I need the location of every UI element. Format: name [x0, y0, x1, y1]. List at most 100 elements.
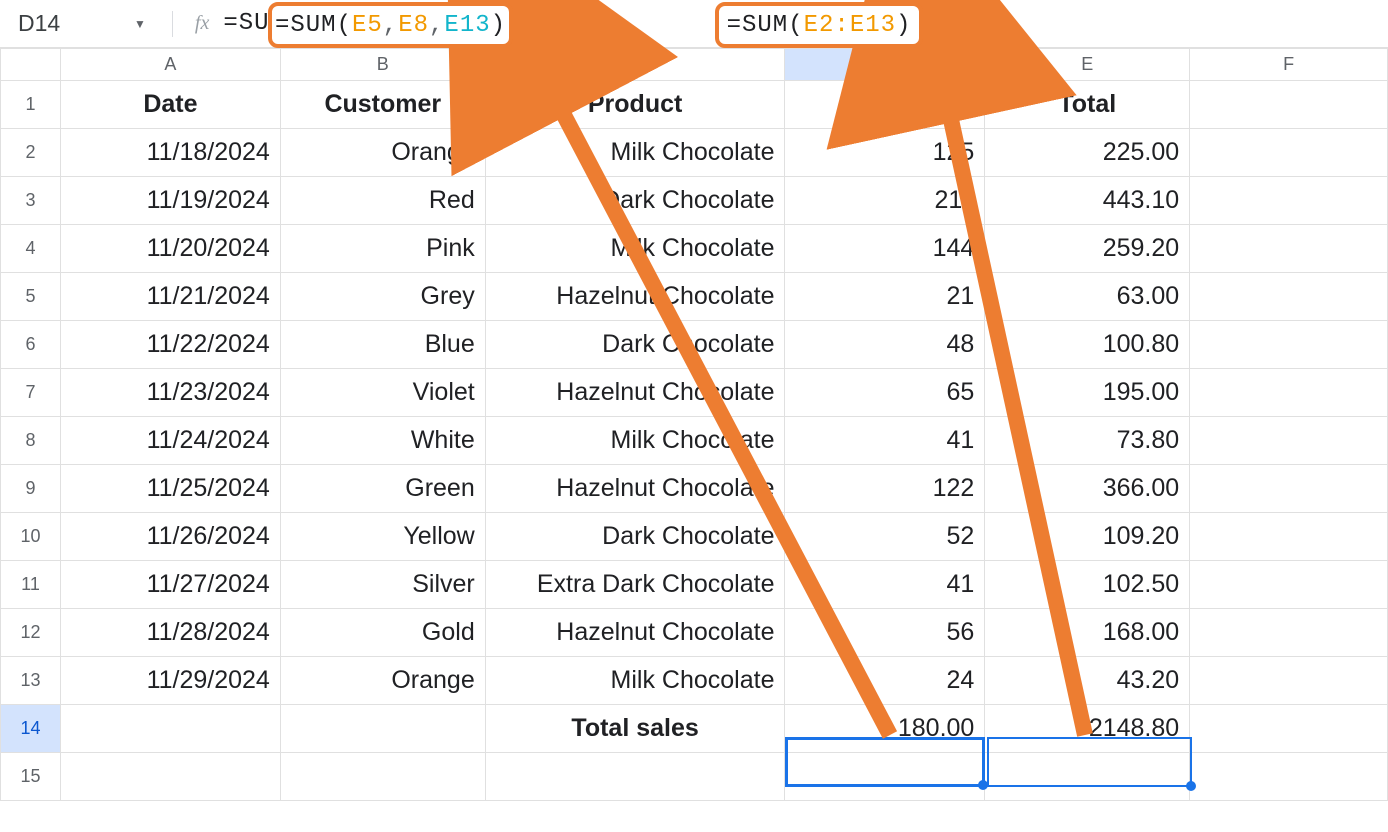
cell-qty[interactable]: 144 [785, 225, 985, 273]
header-product[interactable]: Product [485, 81, 785, 129]
cell[interactable] [1190, 609, 1388, 657]
cell[interactable] [785, 753, 985, 801]
cell-customer[interactable]: Gold [280, 609, 485, 657]
cell[interactable] [60, 753, 280, 801]
col-header-F[interactable]: F [1190, 49, 1388, 81]
name-box-dropdown-icon[interactable]: ▼ [128, 17, 164, 31]
cell-qty[interactable]: 41 [785, 561, 985, 609]
cell[interactable] [1190, 225, 1388, 273]
row-header[interactable]: 8 [1, 417, 61, 465]
select-all-corner[interactable] [1, 49, 61, 81]
cell-product[interactable]: Milk Chocolate [485, 225, 785, 273]
cell-total[interactable]: 109.20 [985, 513, 1190, 561]
cell-product[interactable]: Hazelnut Chocolate [485, 609, 785, 657]
cell-qty[interactable]: 56 [785, 609, 985, 657]
cell-qty[interactable]: 52 [785, 513, 985, 561]
cell[interactable] [1190, 657, 1388, 705]
cell-customer[interactable]: Violet [280, 369, 485, 417]
cell[interactable] [1190, 561, 1388, 609]
header-date[interactable]: Date [60, 81, 280, 129]
cell-customer[interactable]: Yellow [280, 513, 485, 561]
cell-qty[interactable]: 24 [785, 657, 985, 705]
cell-product[interactable]: Dark Chocolate [485, 177, 785, 225]
cell-product[interactable]: Hazelnut Chocolate [485, 369, 785, 417]
col-header-C[interactable]: C [485, 49, 785, 81]
row-header[interactable]: 2 [1, 129, 61, 177]
cell[interactable] [280, 753, 485, 801]
cell[interactable] [1190, 321, 1388, 369]
spreadsheet-grid[interactable]: A B C D E F 1 Date Customer Product Qty … [0, 48, 1388, 801]
cell-product[interactable]: Hazelnut Chocolate [485, 465, 785, 513]
header-customer[interactable]: Customer [280, 81, 485, 129]
name-box[interactable]: D14 [8, 10, 128, 37]
col-header-E[interactable]: E [985, 49, 1190, 81]
cell-qty[interactable]: 65 [785, 369, 985, 417]
cell-customer[interactable]: Orange [280, 657, 485, 705]
cell[interactable] [1190, 513, 1388, 561]
cell-product[interactable]: Milk Chocolate [485, 657, 785, 705]
total-sales-label[interactable]: Total sales [485, 705, 785, 753]
cell[interactable] [1190, 465, 1388, 513]
row-header-1[interactable]: 1 [1, 81, 61, 129]
row-header[interactable]: 7 [1, 369, 61, 417]
cell[interactable] [1190, 273, 1388, 321]
cell-customer[interactable]: Grey [280, 273, 485, 321]
cell-total[interactable]: 366.00 [985, 465, 1190, 513]
cell-date[interactable]: 11/26/2024 [60, 513, 280, 561]
cell-total[interactable]: 225.00 [985, 129, 1190, 177]
cell[interactable] [280, 705, 485, 753]
cell-qty[interactable]: 122 [785, 465, 985, 513]
row-header[interactable]: 10 [1, 513, 61, 561]
cell-date[interactable]: 11/22/2024 [60, 321, 280, 369]
cell-date[interactable]: 11/28/2024 [60, 609, 280, 657]
col-header-A[interactable]: A [60, 49, 280, 81]
cell-customer[interactable]: Green [280, 465, 485, 513]
cell-product[interactable]: Extra Dark Chocolate [485, 561, 785, 609]
col-header-D[interactable]: D [785, 49, 985, 81]
row-header[interactable]: 13 [1, 657, 61, 705]
cell-product[interactable]: Hazelnut Chocolate [485, 273, 785, 321]
cell[interactable] [985, 753, 1190, 801]
cell-qty[interactable]: 48 [785, 321, 985, 369]
cell-total[interactable]: 63.00 [985, 273, 1190, 321]
row-header[interactable]: 11 [1, 561, 61, 609]
cell-total[interactable]: 102.50 [985, 561, 1190, 609]
cell-date[interactable]: 11/19/2024 [60, 177, 280, 225]
cell-date[interactable]: 11/23/2024 [60, 369, 280, 417]
total-e14[interactable]: 2148.80 [985, 705, 1190, 753]
cell-product[interactable]: Milk Chocolate [485, 129, 785, 177]
header-qty[interactable]: Qty [785, 81, 985, 129]
cell-total[interactable]: 43.20 [985, 657, 1190, 705]
cell-total[interactable]: 195.00 [985, 369, 1190, 417]
cell-customer[interactable]: Silver [280, 561, 485, 609]
cell[interactable] [1190, 129, 1388, 177]
cell-total[interactable]: 100.80 [985, 321, 1190, 369]
row-header[interactable]: 6 [1, 321, 61, 369]
cell-date[interactable]: 11/21/2024 [60, 273, 280, 321]
cell[interactable] [60, 705, 280, 753]
row-header[interactable]: 4 [1, 225, 61, 273]
header-total[interactable]: Total [985, 81, 1190, 129]
cell-product[interactable]: Dark Chocolate [485, 513, 785, 561]
cell[interactable] [1190, 753, 1388, 801]
cell[interactable] [485, 753, 785, 801]
cell-customer[interactable]: Red [280, 177, 485, 225]
cell-total[interactable]: 259.20 [985, 225, 1190, 273]
row-header[interactable]: 5 [1, 273, 61, 321]
cell[interactable] [1190, 177, 1388, 225]
cell-qty[interactable]: 41 [785, 417, 985, 465]
cell-qty[interactable]: 211 [785, 177, 985, 225]
cell[interactable] [1190, 705, 1388, 753]
cell-customer[interactable]: White [280, 417, 485, 465]
row-header[interactable]: 3 [1, 177, 61, 225]
cell-total[interactable]: 443.10 [985, 177, 1190, 225]
cell[interactable] [1190, 417, 1388, 465]
col-header-B[interactable]: B [280, 49, 485, 81]
cell-qty[interactable]: 125 [785, 129, 985, 177]
cell[interactable] [1190, 81, 1388, 129]
cell-customer[interactable]: Blue [280, 321, 485, 369]
cell-date[interactable]: 11/20/2024 [60, 225, 280, 273]
cell-product[interactable]: Milk Chocolate [485, 417, 785, 465]
cell-customer[interactable]: Pink [280, 225, 485, 273]
cell-product[interactable]: Dark Chocolate [485, 321, 785, 369]
